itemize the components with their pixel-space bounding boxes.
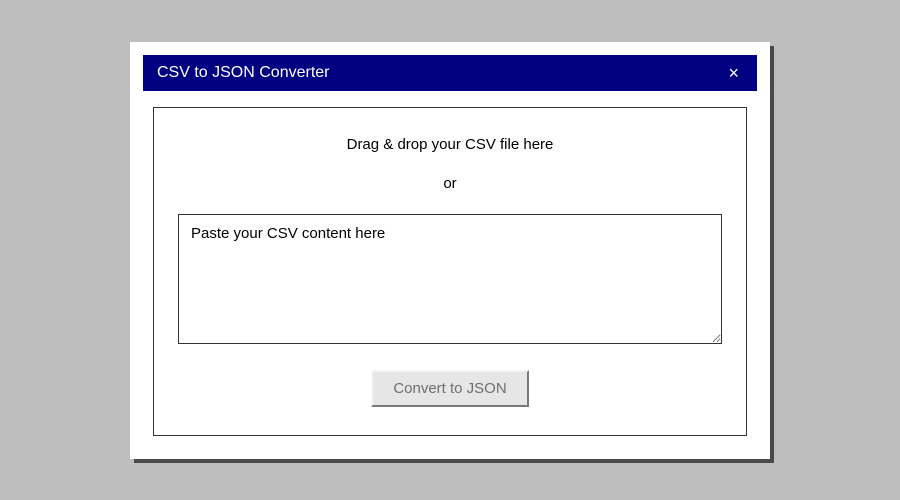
converter-window: CSV to JSON Converter × Drag & drop your… (130, 42, 770, 459)
window-title: CSV to JSON Converter (157, 64, 330, 82)
convert-button[interactable]: Convert to JSON (371, 370, 528, 407)
or-label: or (178, 175, 722, 192)
csv-input[interactable] (178, 214, 722, 344)
titlebar: CSV to JSON Converter × (143, 55, 757, 91)
close-icon[interactable]: × (724, 64, 743, 82)
drag-drop-instruction: Drag & drop your CSV file here (178, 136, 722, 153)
drop-zone-frame[interactable]: Drag & drop your CSV file here or Conver… (153, 107, 747, 436)
